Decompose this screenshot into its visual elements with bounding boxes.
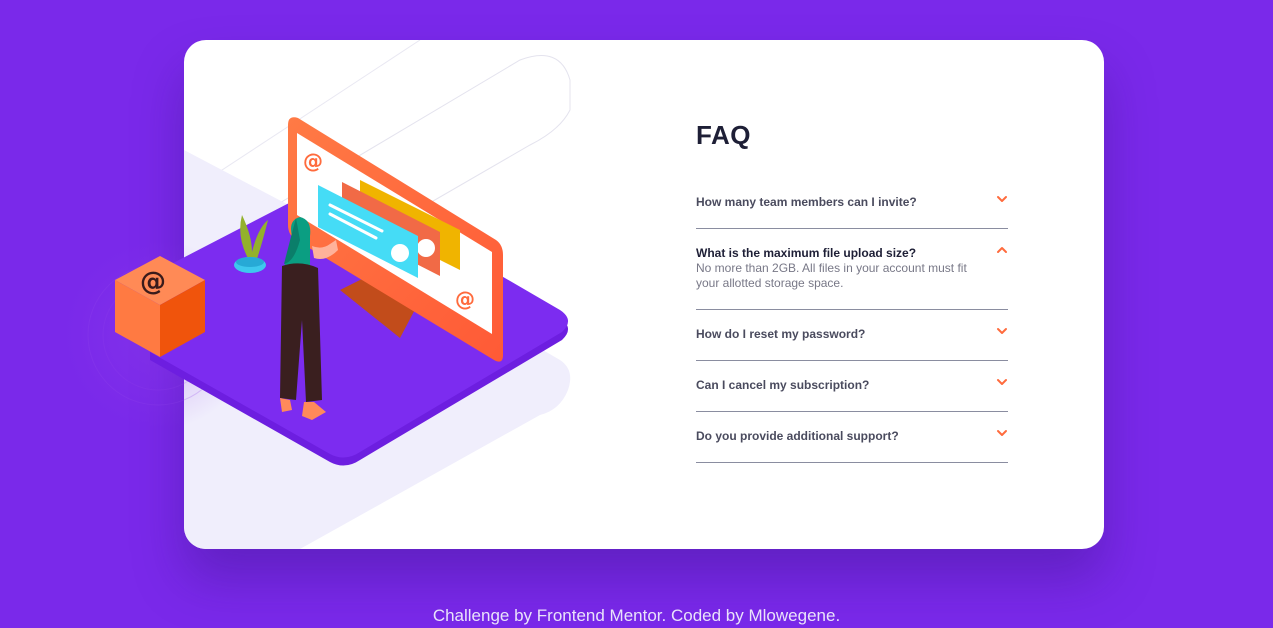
frontend-mentor-link[interactable]: Frontend Mentor [537,606,662,625]
faq-question[interactable]: How do I reset my password? [696,326,1008,342]
faq-item-additional-support[interactable]: Do you provide additional support? [696,412,1008,463]
faq-question[interactable]: Can I cancel my subscription? [696,377,1008,393]
faq-question[interactable]: What is the maximum file upload size? [696,245,1008,261]
faq-list: How many team members can I invite? What… [696,178,1008,463]
chevron-down-icon[interactable] [996,325,1008,337]
attribution-suffix: . [835,606,841,625]
chevron-down-icon[interactable] [996,376,1008,388]
faq-question[interactable]: Do you provide additional support? [696,428,1008,444]
chevron-up-icon[interactable] [996,244,1008,256]
faq-item-reset-password[interactable]: How do I reset my password? [696,310,1008,361]
chevron-down-icon[interactable] [996,193,1008,205]
attribution-footer: Challenge by Frontend Mentor. Coded by M… [0,604,1273,628]
page: @ @ @ FAQ How many team members can I in… [0,0,1273,628]
attribution-prefix: Challenge by [432,606,537,625]
faq-item-team-members[interactable]: How many team members can I invite? [696,178,1008,229]
faq-question[interactable]: How many team members can I invite? [696,194,1008,210]
chevron-down-icon[interactable] [996,427,1008,439]
faq-item-upload-size[interactable]: What is the maximum file upload size? No… [696,229,1008,310]
faq-section: FAQ How many team members can I invite? … [696,120,1008,463]
author-link[interactable]: Mlowegene [748,606,835,625]
attribution-middle: . Coded by [661,606,749,625]
faq-answer: No more than 2GB. All files in your acco… [696,261,967,290]
faq-title: FAQ [696,120,751,150]
faq-item-cancel-subscription[interactable]: Can I cancel my subscription? [696,361,1008,412]
svg-text:@: @ [140,267,166,297]
